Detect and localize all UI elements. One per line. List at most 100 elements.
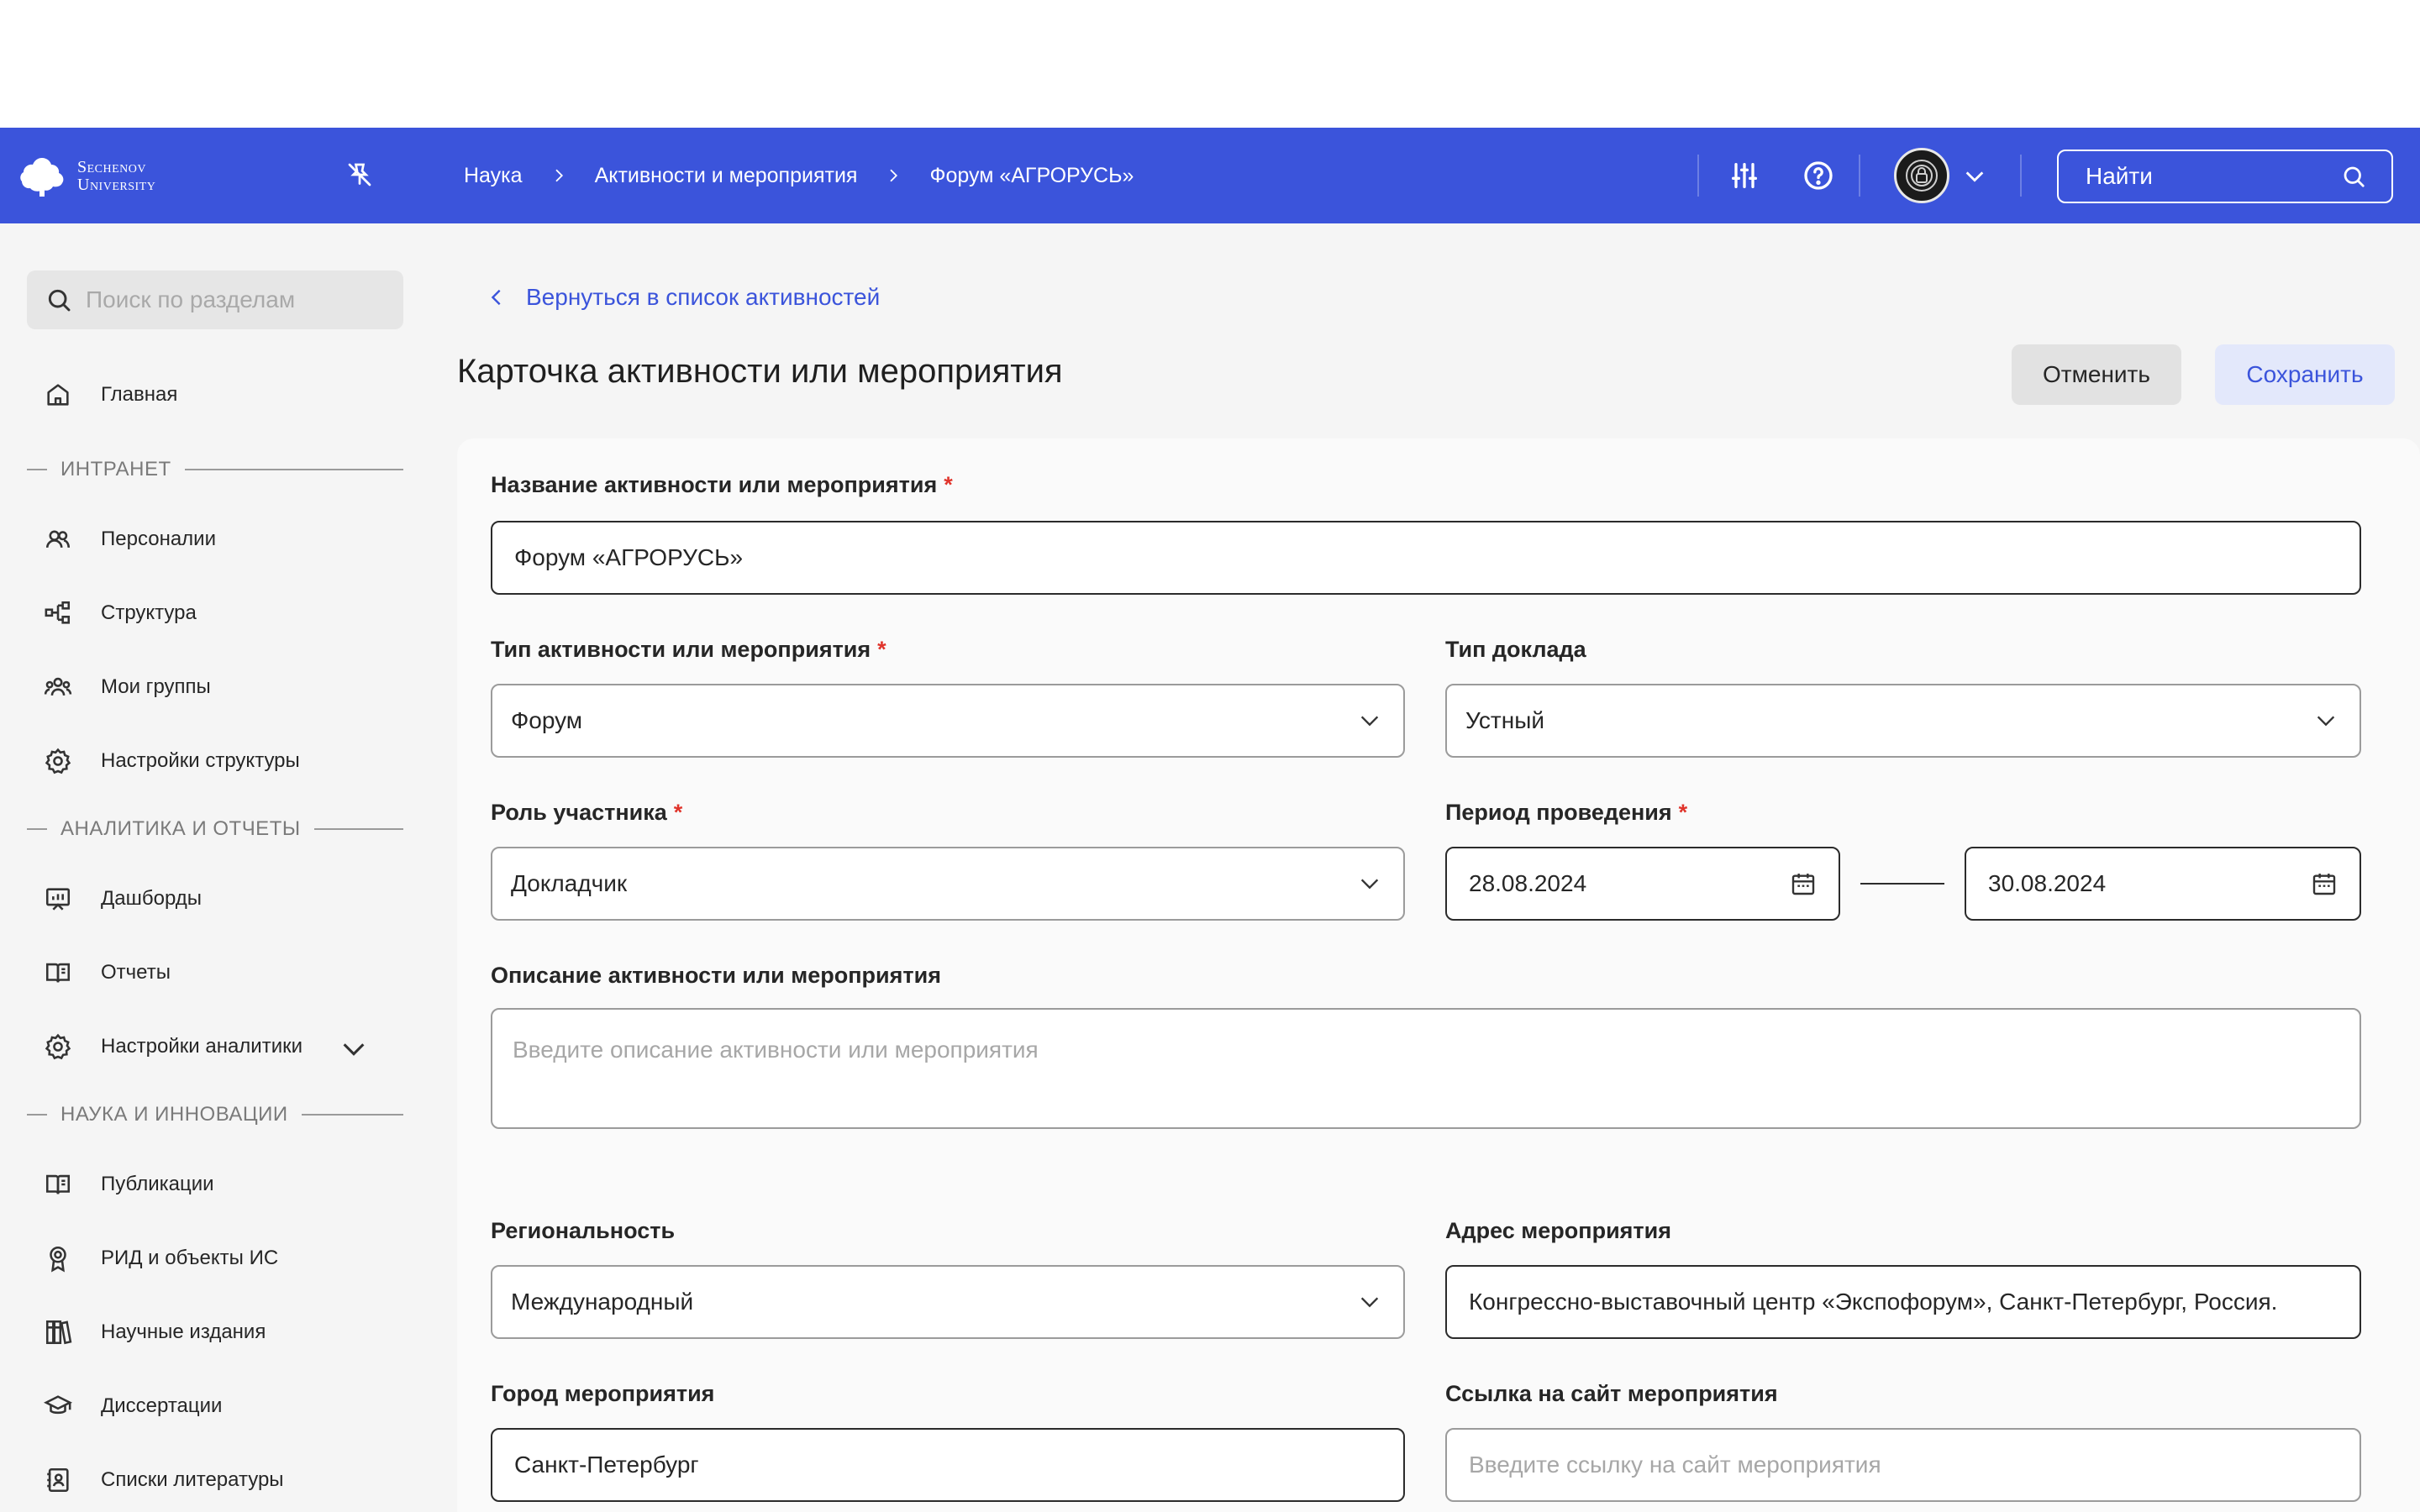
book-open-icon bbox=[45, 1174, 71, 1194]
help-icon[interactable] bbox=[1802, 159, 1835, 192]
required-mark: * bbox=[1678, 800, 1688, 825]
save-button[interactable]: Сохранить bbox=[2215, 344, 2395, 405]
divider bbox=[2020, 155, 2022, 197]
sidebar-search-placeholder: Поиск по разделам bbox=[86, 286, 296, 312]
chevron-right-icon bbox=[890, 169, 898, 182]
users-icon bbox=[45, 530, 71, 549]
search-icon bbox=[2344, 166, 2365, 187]
chevron-left-icon bbox=[491, 289, 501, 306]
sidebar-item-structure-settings[interactable]: Настройки структуры bbox=[44, 743, 300, 780]
participant-role-value: Докладчик bbox=[511, 870, 628, 896]
sidebar-item-rid[interactable]: РИД и объекты ИС bbox=[44, 1240, 278, 1277]
logo-text: Sechenov University bbox=[77, 159, 155, 194]
activity-type-value: Форум bbox=[511, 707, 583, 733]
sidebar-item-label: Персоналии bbox=[101, 528, 216, 550]
search-icon bbox=[48, 289, 71, 312]
address-label: Адрес мероприятия bbox=[1445, 1218, 1672, 1243]
date-to-input[interactable]: 30.08.2024 bbox=[1965, 847, 2361, 921]
date-range-separator bbox=[1860, 883, 1944, 885]
period-label: Период проведения * bbox=[1445, 800, 1688, 825]
report-type-select[interactable]: Устный bbox=[1445, 684, 2361, 758]
site-label: Ссылка на сайт мероприятия bbox=[1445, 1381, 1778, 1406]
sidebar-item-label: Научные издания bbox=[101, 1320, 266, 1343]
date-from-value: 28.08.2024 bbox=[1469, 870, 1587, 896]
sidebar-section-intranet: ИНТРАНЕТ bbox=[27, 457, 403, 482]
sidebar-item-analytics-settings[interactable]: Настройки аналитики bbox=[44, 1028, 397, 1065]
gear-icon bbox=[45, 748, 71, 774]
divider bbox=[1697, 155, 1699, 197]
activity-form: Название активности или мероприятия * Фор… bbox=[457, 438, 2420, 1512]
site-link-input[interactable]: Введите ссылку на сайт мероприятия bbox=[1445, 1428, 2361, 1502]
logo-line-2: University bbox=[77, 176, 156, 194]
cancel-button[interactable]: Отменить bbox=[2012, 344, 2181, 405]
calendar-icon[interactable] bbox=[2311, 870, 2338, 897]
main-content: Вернуться в список активностей Карточка … bbox=[429, 223, 2420, 1512]
top-navigation-bar: Sechenov University Наука Активности и м… bbox=[0, 128, 2420, 223]
unpin-icon[interactable] bbox=[345, 160, 375, 190]
required-mark: * bbox=[944, 472, 953, 497]
graduation-cap-icon bbox=[44, 1395, 72, 1415]
description-placeholder: Введите описание активности или мероприя… bbox=[513, 1037, 1039, 1063]
global-search-input[interactable]: Найти bbox=[2057, 150, 2393, 203]
sidebar-item-persons[interactable]: Персоналии bbox=[44, 521, 216, 558]
books-icon bbox=[45, 1320, 72, 1345]
date-to-value: 30.08.2024 bbox=[1988, 870, 2107, 896]
settings-sliders-icon[interactable] bbox=[1728, 159, 1761, 192]
description-textarea[interactable]: Введите описание активности или мероприя… bbox=[491, 1008, 2361, 1129]
chevron-down-icon[interactable] bbox=[1963, 165, 1986, 188]
report-type-value: Устный bbox=[1465, 707, 1544, 733]
sidebar-item-publications[interactable]: Публикации bbox=[44, 1166, 214, 1203]
chevron-down-icon[interactable] bbox=[339, 1035, 368, 1063]
sidebar-item-dashboards[interactable]: Дашборды bbox=[44, 880, 202, 917]
sidebar-item-label: Диссертации bbox=[101, 1394, 223, 1417]
breadcrumb-item-activities[interactable]: Активности и мероприятия bbox=[595, 164, 858, 188]
region-select[interactable]: Международный bbox=[491, 1265, 1405, 1339]
sidebar-item-dissertations[interactable]: Диссертации bbox=[44, 1388, 222, 1425]
sidebar-section-science: НАУКА И ИННОВАЦИИ bbox=[27, 1102, 403, 1127]
breadcrumb-item-science[interactable]: Наука bbox=[464, 164, 523, 188]
home-icon bbox=[47, 384, 69, 406]
page-title: Карточка активности или мероприятия bbox=[457, 353, 1063, 390]
sidebar-item-home[interactable]: Главная bbox=[44, 376, 177, 413]
gear-icon bbox=[45, 1033, 71, 1060]
chevron-down-icon bbox=[1360, 879, 1379, 890]
fingerprint-lock-icon bbox=[1906, 160, 1938, 192]
chevron-down-icon bbox=[1360, 1297, 1379, 1308]
date-from-input[interactable]: 28.08.2024 bbox=[1445, 847, 1840, 921]
sidebar-item-structure[interactable]: Структура bbox=[44, 595, 197, 632]
structure-icon bbox=[45, 601, 71, 624]
back-link[interactable]: Вернуться в список активностей bbox=[487, 284, 880, 311]
sidebar-item-reports[interactable]: Отчеты bbox=[44, 954, 171, 991]
sidebar-item-label: Структура bbox=[101, 601, 197, 624]
chevron-right-icon bbox=[555, 169, 563, 182]
address-input[interactable]: Конгрессно-выставочный центр «Экспофорум… bbox=[1445, 1265, 2361, 1339]
user-avatar[interactable] bbox=[1894, 148, 1949, 203]
sidebar-item-my-groups[interactable]: Мои группы bbox=[44, 669, 211, 706]
section-title: НАУКА И ИННОВАЦИИ bbox=[60, 1103, 288, 1126]
required-mark: * bbox=[673, 800, 683, 825]
sidebar-search-input[interactable]: Поиск по разделам bbox=[27, 270, 403, 329]
activity-type-select[interactable]: Форум bbox=[491, 684, 1405, 758]
award-icon bbox=[50, 1246, 66, 1273]
sidebar-item-journals[interactable]: Научные издания bbox=[44, 1314, 266, 1351]
sidebar-item-label: Отчеты bbox=[101, 961, 171, 984]
chevron-down-icon bbox=[2317, 716, 2335, 727]
sidebar-item-label: РИД и объекты ИС bbox=[101, 1247, 279, 1269]
participant-role-select[interactable]: Докладчик bbox=[491, 847, 1405, 921]
calendar-icon[interactable] bbox=[1790, 870, 1817, 897]
section-title: ИНТРАНЕТ bbox=[60, 458, 171, 480]
site-link-placeholder: Введите ссылку на сайт мероприятия bbox=[1469, 1452, 1881, 1478]
activity-name-input[interactable]: Форум «АГРОРУСЬ» bbox=[491, 521, 2361, 595]
sidebar-item-label: Настройки аналитики bbox=[101, 1035, 303, 1058]
divider bbox=[1859, 155, 1860, 197]
address-value: Конгрессно-выставочный центр «Экспофорум… bbox=[1469, 1289, 2278, 1315]
region-label: Региональность bbox=[491, 1218, 676, 1243]
city-value: Санкт-Петербург bbox=[514, 1452, 699, 1478]
city-input[interactable]: Санкт-Петербург bbox=[491, 1428, 1405, 1502]
city-label: Город мероприятия bbox=[491, 1381, 715, 1406]
university-logo[interactable]: Sechenov University bbox=[17, 153, 155, 200]
sidebar-section-analytics: АНАЛИТИКА И ОТЧЕТЫ bbox=[27, 816, 403, 842]
breadcrumb-item-current: Форум «АГРОРУСЬ» bbox=[929, 163, 1134, 187]
sidebar-item-bibliography[interactable]: Списки литературы bbox=[44, 1462, 284, 1499]
report-book-icon bbox=[45, 963, 71, 983]
